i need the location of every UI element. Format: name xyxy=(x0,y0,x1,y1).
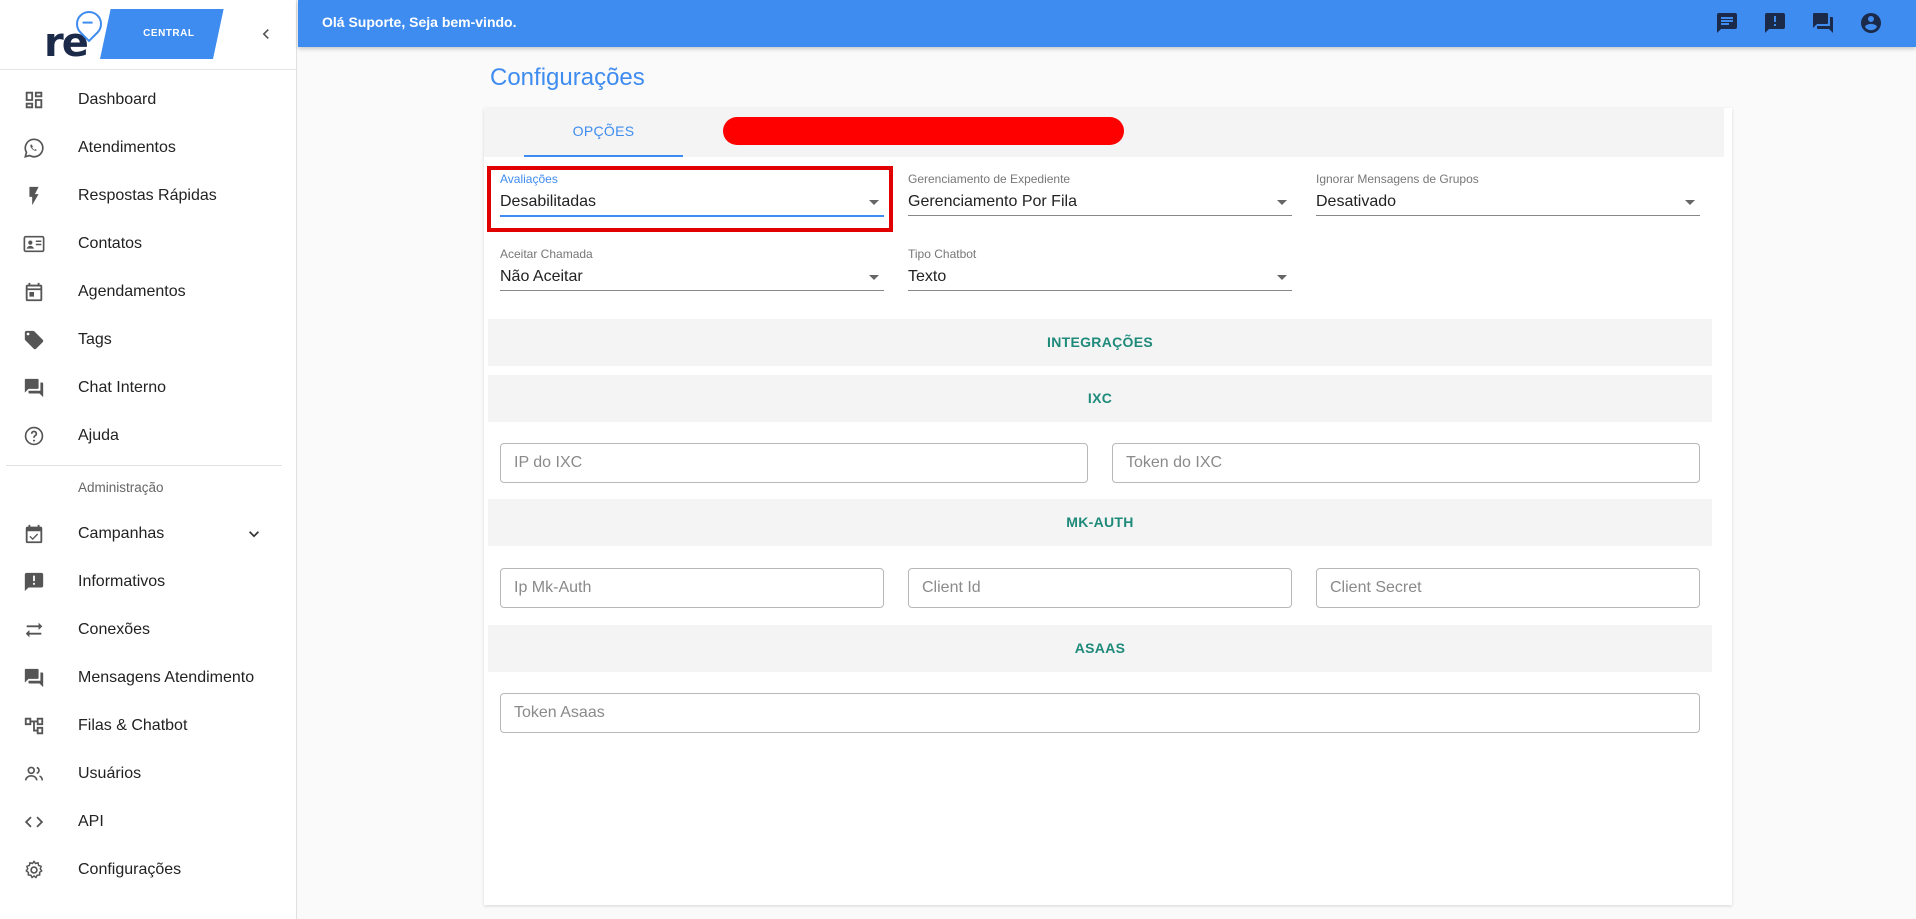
sidebar-item-chat-interno[interactable]: Chat Interno xyxy=(0,364,296,412)
redacted-tab xyxy=(723,117,1124,145)
admin-menu: Campanhas Informativos Conexões Mensagen… xyxy=(0,510,296,894)
settings-icon xyxy=(22,858,46,882)
dashboard-icon xyxy=(22,88,46,112)
dropdown-arrow-icon xyxy=(869,275,879,280)
contact-card-icon xyxy=(22,232,46,256)
field-label: Gerenciamento de Expediente xyxy=(908,172,1071,186)
field-label: Tipo Chatbot xyxy=(908,247,977,261)
sidebar-item-label: Informativos xyxy=(78,573,166,590)
section-mk-auth: MK-AUTH xyxy=(488,499,1712,546)
chat-icon[interactable] xyxy=(1715,11,1739,35)
sidebar-item-label: Dashboard xyxy=(78,91,157,108)
sidebar-item-usuarios[interactable]: Usuários xyxy=(0,750,296,798)
forum-icon xyxy=(22,376,46,400)
sidebar-item-contatos[interactable]: Contatos xyxy=(0,220,296,268)
help-icon xyxy=(22,424,46,448)
logo-area: re CENTRAL xyxy=(0,0,296,70)
mk-auth-ip-input[interactable] xyxy=(500,568,884,608)
sidebar: re CENTRAL Dashboard Atendimentos Respos… xyxy=(0,0,297,919)
logo-badge: CENTRAL xyxy=(100,9,224,59)
field-underline xyxy=(1316,215,1700,216)
ignorar-grupos-select[interactable]: Ignorar Mensagens de Grupos Desativado xyxy=(1316,172,1700,216)
sidebar-item-mensagens-atendimento[interactable]: Mensagens Atendimento xyxy=(0,654,296,702)
ixc-ip-input[interactable] xyxy=(500,443,1088,483)
section-asaas: ASAAS xyxy=(488,625,1712,672)
sidebar-item-respostas-rapidas[interactable]: Respostas Rápidas xyxy=(0,172,296,220)
announcement-icon[interactable] xyxy=(1763,11,1787,35)
sidebar-item-label: Agendamentos xyxy=(78,283,186,300)
sidebar-item-label: Usuários xyxy=(78,765,142,782)
admin-section-header: Administração xyxy=(78,480,164,495)
asaas-token-input[interactable] xyxy=(500,693,1700,733)
section-ixc: IXC xyxy=(488,375,1712,422)
sidebar-item-dashboard[interactable]: Dashboard xyxy=(0,76,296,124)
flash-icon xyxy=(22,184,46,208)
dropdown-arrow-icon xyxy=(1277,200,1287,205)
section-integracoes: INTEGRAÇÕES xyxy=(488,319,1712,366)
mk-auth-client-secret-input[interactable] xyxy=(1316,568,1700,608)
sidebar-item-label: Conexões xyxy=(78,621,151,638)
sidebar-item-label: Configurações xyxy=(78,861,182,878)
announcement-icon xyxy=(22,570,46,594)
dropdown-arrow-icon xyxy=(1277,275,1287,280)
chevron-down-icon[interactable] xyxy=(244,524,264,544)
event-available-icon xyxy=(22,522,46,546)
sidebar-item-atendimentos[interactable]: Atendimentos xyxy=(0,124,296,172)
field-underline xyxy=(908,290,1292,291)
page-title: Configurações xyxy=(490,64,645,91)
calendar-icon xyxy=(22,280,46,304)
tipo-chatbot-select[interactable]: Tipo Chatbot Texto xyxy=(908,247,1292,291)
sidebar-item-label: Atendimentos xyxy=(78,139,176,156)
code-icon xyxy=(22,810,46,834)
field-value: Gerenciamento Por Fila xyxy=(908,193,1077,210)
sidebar-item-conexoes[interactable]: Conexões xyxy=(0,606,296,654)
sync-alt-icon xyxy=(22,618,46,642)
dropdown-arrow-icon xyxy=(1685,200,1695,205)
tab-bar: OPÇÕES xyxy=(484,108,1724,157)
sidebar-item-label: Mensagens Atendimento xyxy=(78,669,255,686)
top-app-bar: Olá Suporte, Seja bem-vindo. xyxy=(298,0,1916,47)
sidebar-item-label: Contatos xyxy=(78,235,143,252)
field-value: Desativado xyxy=(1316,193,1397,210)
account-circle-icon[interactable] xyxy=(1859,11,1883,35)
highlight-box xyxy=(487,166,893,232)
field-underline xyxy=(908,215,1292,216)
sidebar-item-ajuda[interactable]: Ajuda xyxy=(0,412,296,460)
forum-icon xyxy=(22,666,46,690)
mk-auth-client-id-input[interactable] xyxy=(908,568,1292,608)
tag-icon xyxy=(22,328,46,352)
account-tree-icon xyxy=(22,714,46,738)
sidebar-item-label: Ajuda xyxy=(78,427,119,444)
logo-label: CENTRAL xyxy=(143,28,195,39)
field-underline xyxy=(500,290,884,291)
sidebar-item-tags[interactable]: Tags xyxy=(0,316,296,364)
chevron-left-icon xyxy=(262,29,269,39)
sidebar-item-label: Tags xyxy=(78,331,112,348)
whatsapp-icon xyxy=(22,136,46,160)
people-icon xyxy=(22,762,46,786)
aceitar-chamada-select[interactable]: Aceitar Chamada Não Aceitar xyxy=(500,247,884,291)
field-label: Aceitar Chamada xyxy=(500,247,593,261)
sidebar-item-label: Chat Interno xyxy=(78,379,167,396)
field-value: Não Aceitar xyxy=(500,268,583,285)
greeting-text: Olá Suporte, Seja bem-vindo. xyxy=(322,14,517,30)
sidebar-item-label: Respostas Rápidas xyxy=(78,187,217,204)
main-menu: Dashboard Atendimentos Respostas Rápidas… xyxy=(0,70,296,460)
ixc-token-input[interactable] xyxy=(1112,443,1700,483)
sidebar-item-filas-chatbot[interactable]: Filas & Chatbot xyxy=(0,702,296,750)
expediente-select[interactable]: Gerenciamento de Expediente Gerenciament… xyxy=(908,172,1292,216)
field-label: Ignorar Mensagens de Grupos xyxy=(1316,172,1479,186)
sidebar-item-agendamentos[interactable]: Agendamentos xyxy=(0,268,296,316)
sidebar-item-campanhas[interactable]: Campanhas xyxy=(0,510,296,558)
sidebar-item-configuracoes[interactable]: Configurações xyxy=(0,846,296,894)
sidebar-item-api[interactable]: API xyxy=(0,798,296,846)
forum-icon[interactable] xyxy=(1811,11,1835,35)
field-value: Texto xyxy=(908,268,947,285)
sidebar-item-label: Campanhas xyxy=(78,525,165,542)
sidebar-item-label: Filas & Chatbot xyxy=(78,717,188,734)
sidebar-item-label: API xyxy=(78,813,104,830)
collapse-sidebar-button[interactable] xyxy=(256,24,276,44)
tab-opcoes[interactable]: OPÇÕES xyxy=(524,108,683,157)
sidebar-item-informativos[interactable]: Informativos xyxy=(0,558,296,606)
